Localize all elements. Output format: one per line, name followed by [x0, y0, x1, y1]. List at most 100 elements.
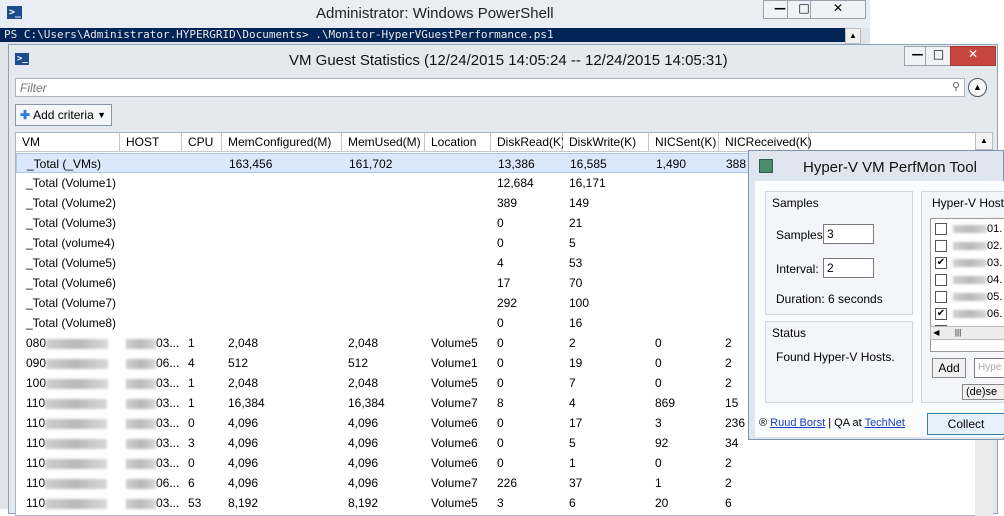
table-cell-vm: _Total (_VMs): [21, 154, 125, 174]
cell-text: 4,096: [228, 436, 259, 450]
column-header[interactable]: MemUsed(M): [342, 133, 425, 152]
table-cell-nr: 2: [719, 473, 809, 493]
cell-text: 03...: [156, 436, 180, 450]
host-list-item[interactable]: 02.: [935, 238, 1004, 255]
close-button[interactable]: ✕: [950, 46, 996, 66]
cell-text: _Total (volume4): [26, 236, 115, 250]
deselect-all-button[interactable]: (de)se: [962, 384, 1004, 400]
column-header[interactable]: DiskRead(K): [491, 133, 565, 152]
column-header[interactable]: HOST: [120, 133, 182, 152]
checkbox-icon[interactable]: [935, 274, 947, 286]
table-cell-cpu: [182, 213, 222, 233]
cell-text: 6: [188, 476, 195, 490]
search-icon[interactable]: ⚲: [952, 80, 960, 93]
table-cell-host: [120, 273, 182, 293]
table-cell-ns: [649, 213, 719, 233]
redacted-text: [126, 498, 156, 509]
table-cell-loc: Volume5: [425, 333, 491, 353]
redacted-text: [46, 358, 109, 369]
column-header[interactable]: NICSent(K): [649, 133, 719, 152]
column-header[interactable]: CPU: [182, 133, 222, 152]
maximize-button[interactable]: □: [925, 46, 952, 66]
host-name-input[interactable]: Hype: [974, 358, 1004, 378]
table-cell-vm: _Total (Volume7): [20, 293, 124, 313]
checkbox-checked-icon[interactable]: ✔: [935, 308, 947, 320]
cell-text: _Total (Volume8): [26, 316, 117, 330]
checkbox-checked-icon[interactable]: ✔: [935, 257, 947, 269]
column-header[interactable]: VM: [16, 133, 120, 152]
cell-text: 0: [655, 376, 662, 390]
table-row[interactable]: 110 03... 53 8,192 8,192 Volume5 3 6 20 6: [16, 493, 980, 513]
table-row[interactable]: 110 06... 6 4,096 4,096 Volume7 226 37 1 2: [16, 473, 980, 493]
host-list-item[interactable]: 05.: [935, 289, 1004, 306]
filter-input[interactable]: [16, 79, 922, 97]
cell-text: 0: [497, 236, 504, 250]
table-cell-dr: 0: [491, 373, 563, 393]
redacted-text: [126, 358, 156, 369]
console-line[interactable]: PS C:\Users\Administrator.HYPERGRID\Docu…: [0, 28, 859, 42]
host-list-item[interactable]: 04.: [935, 272, 1004, 289]
table-cell-dr: 0: [491, 433, 563, 453]
cell-text: 03...: [156, 456, 180, 470]
host-list-item[interactable]: ✔ 06.: [935, 306, 1004, 323]
cell-text: 13,386: [498, 157, 535, 171]
table-cell-cpu: 4: [182, 353, 222, 373]
perfmon-title-bar[interactable]: Hyper-V VM PerfMon Tool: [749, 151, 1003, 181]
table-cell-dw: 100: [563, 293, 649, 313]
cell-text: 4,096: [228, 476, 259, 490]
add-criteria-button[interactable]: ✚ Add criteria ▼: [15, 104, 112, 126]
redacted-text: [126, 458, 156, 469]
cell-text: 20: [655, 496, 669, 510]
collapse-chevron-icon[interactable]: ▲: [968, 78, 987, 97]
table-cell-loc: [425, 213, 491, 233]
table-cell-cpu: 3: [182, 433, 222, 453]
powershell-title-bar[interactable]: >_ Administrator: Windows PowerShell — □…: [0, 0, 870, 28]
table-row[interactable]: 110 03... 0 4,096 4,096 Volume6 0 1 0 2: [16, 453, 980, 473]
collect-button[interactable]: Collect: [927, 413, 1004, 435]
samples-label: Samples:: [776, 228, 827, 242]
console-scroll-up-icon[interactable]: ▲: [845, 28, 861, 44]
close-button[interactable]: ✕: [810, 0, 866, 19]
column-header[interactable]: DiskWrite(K): [563, 133, 649, 152]
table-cell-dr: 13,386: [492, 154, 564, 174]
redacted-text: [45, 418, 108, 429]
table-cell-dr: 4: [491, 253, 563, 273]
table-cell-cpu: 0: [182, 413, 222, 433]
table-cell-loc: Volume6: [425, 453, 491, 473]
cell-text: Volume7: [431, 396, 478, 410]
column-header[interactable]: MemConfigured(M): [222, 133, 342, 152]
table-cell-ns: [649, 253, 719, 273]
cell-text: 4: [569, 396, 576, 410]
interval-input[interactable]: 2: [823, 258, 874, 278]
cell-text: _Total (_VMs): [27, 157, 102, 171]
checkbox-icon[interactable]: [935, 291, 947, 303]
author-link[interactable]: Ruud Borst: [770, 417, 825, 429]
host-list-item[interactable]: ✔ 03.: [935, 255, 1004, 272]
table-cell-dr: 12,684: [491, 173, 563, 193]
host-list-item[interactable]: 01.: [935, 221, 1004, 238]
table-cell-host: [120, 173, 182, 193]
table-cell-dw: 5: [563, 233, 649, 253]
filter-box[interactable]: ⚲: [15, 78, 965, 97]
add-host-button[interactable]: Add: [932, 358, 966, 378]
checkbox-icon[interactable]: [935, 223, 947, 235]
table-cell-cpu: [182, 173, 222, 193]
table-cell-host: [120, 193, 182, 213]
checkbox-icon[interactable]: [935, 240, 947, 252]
cell-text: 4,096: [348, 436, 379, 450]
scroll-up-icon[interactable]: ▲: [975, 132, 993, 150]
hosts-hscrollbar[interactable]: ◀ |||: [930, 326, 1004, 340]
table-cell-dw: 5: [563, 433, 649, 453]
cell-text: 16: [569, 316, 583, 330]
cell-text: 2: [725, 356, 732, 370]
vm-stats-title-bar[interactable]: >_ VM Guest Statistics (12/24/2015 14:05…: [9, 45, 997, 75]
redacted-text: [45, 398, 108, 409]
samples-input[interactable]: 3: [823, 224, 874, 244]
table-cell-ns: [649, 273, 719, 293]
technet-link[interactable]: TechNet: [865, 417, 905, 429]
table-cell-memc: 4,096: [222, 453, 342, 473]
column-header[interactable]: Location: [425, 133, 491, 152]
table-cell-dr: 0: [491, 353, 563, 373]
table-cell-cpu: [182, 293, 222, 313]
cell-text: 0: [497, 216, 504, 230]
